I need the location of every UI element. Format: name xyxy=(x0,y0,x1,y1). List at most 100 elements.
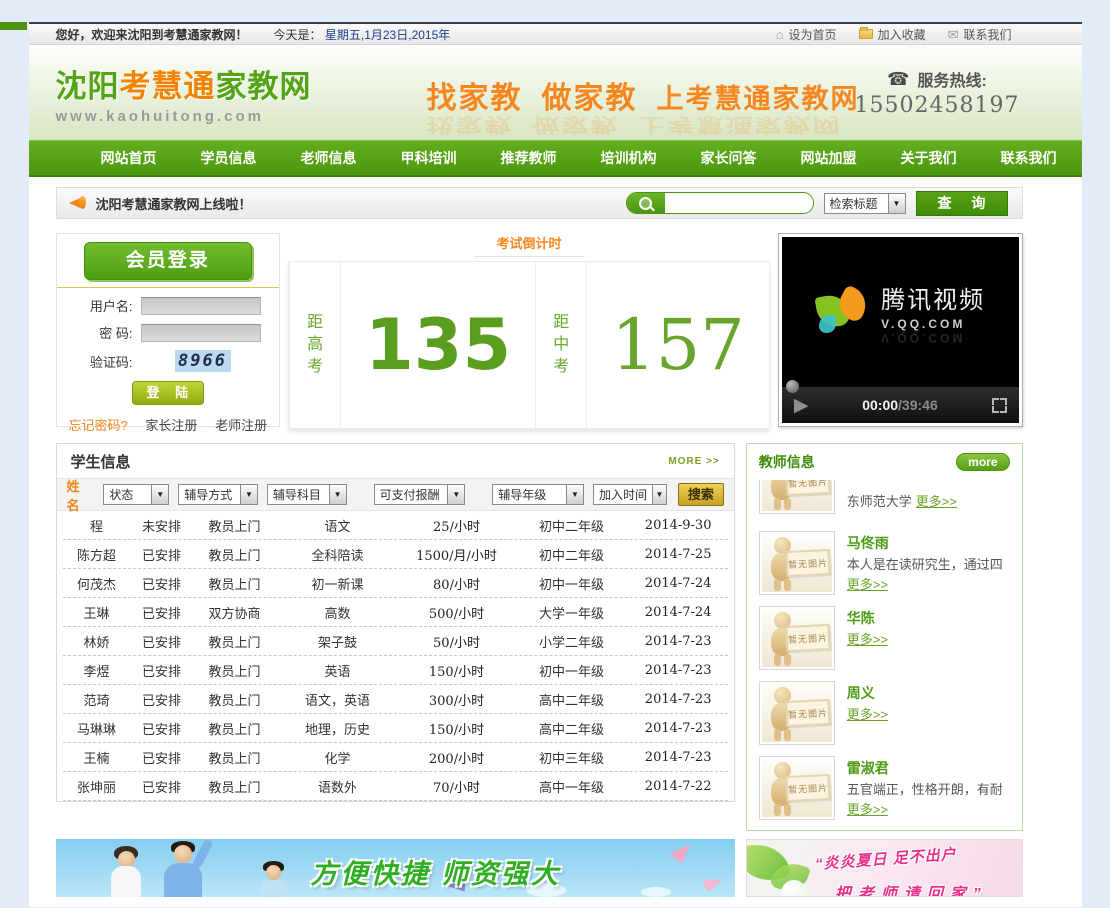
chevron-down-icon: ▼ xyxy=(447,485,465,504)
nav-item-join[interactable]: 网站加盟 xyxy=(779,141,879,175)
fullscreen-icon[interactable] xyxy=(991,397,1007,413)
teacher-photo-placeholder[interactable]: 暂无图片 xyxy=(758,681,835,745)
slogan-reflection: 找家教 做家教 上考慧通家教网 xyxy=(426,114,842,136)
password-row: 密 码: xyxy=(71,323,266,342)
teacher-more-link[interactable]: 更多>> xyxy=(847,707,888,722)
table-row[interactable]: 王琳 已安排 双方协商 高数 500/小时 大学一年级 2014-7-24 xyxy=(62,598,728,627)
site-logo[interactable]: 沈阳考慧通家教网 www.kaohuitong.com xyxy=(56,61,312,125)
progress-knob[interactable] xyxy=(785,380,799,393)
logo-part2: 考慧通 xyxy=(119,68,216,104)
table-row[interactable]: 马琳琳 已安排 教员上门 地理，历史 150/小时 高中二年级 2014-7-23 xyxy=(62,714,728,743)
play-button[interactable]: ▶ xyxy=(794,396,809,415)
students-more-link[interactable]: MORE >> xyxy=(668,456,719,467)
student-search-button[interactable]: 搜索 xyxy=(677,483,724,506)
nav-item-institutions[interactable]: 培训机构 xyxy=(579,141,679,175)
teacher-desc: 五官端正，性格开朗，有耐 xyxy=(846,781,1003,797)
gaokao-label-col: 距高考 xyxy=(289,262,342,428)
header-slogan: 找家教 做家教 上考慧通家教网 xyxy=(427,73,860,117)
student-filter-bar: 姓名 状态 ▼ 辅导方式 ▼ 辅导科目 ▼ 可支付报酬 ▼ 辅导年级 ▼ 加入时… xyxy=(56,478,734,513)
nav-item-qa[interactable]: 家长问答 xyxy=(679,141,779,175)
teacher-register-link[interactable]: 老师注册 xyxy=(215,415,267,434)
name-filter-label: 姓名 xyxy=(66,478,80,513)
captcha-label: 验证码: xyxy=(89,354,133,370)
username-label: 用户名: xyxy=(89,299,133,314)
table-row[interactable]: 张坤丽 已安排 教员上门 语数外 70/小时 高中一年级 2014-7-22 xyxy=(62,772,728,801)
banner-right-line2: 把老师请回家” xyxy=(834,886,988,897)
status-filter-select[interactable]: 状态 ▼ xyxy=(103,484,170,505)
add-favorite-link[interactable]: 加入收藏 xyxy=(858,26,926,43)
search-input[interactable] xyxy=(664,193,813,213)
video-brand: 腾讯视频 V.QQ.COM V.QQ.COM xyxy=(881,280,985,345)
list-item[interactable]: 暂无图片 华陈 更多>> xyxy=(747,606,1022,670)
hotline-row: ☎ 服务热线: xyxy=(855,67,1020,91)
promo-banner-left[interactable]: 方便快捷 师资强大 xyxy=(55,839,735,897)
teacher-panel-title: 教师信息 xyxy=(758,454,815,470)
teacher-photo-placeholder[interactable]: 暂无图片 xyxy=(758,756,835,820)
search-type-select[interactable]: 检索标题 ▼ xyxy=(823,192,906,214)
list-item[interactable]: 暂无图片 周义 更多>> xyxy=(747,681,1022,745)
grade-filter-select[interactable]: 辅导年级 ▼ xyxy=(492,484,584,505)
video-brand-url: V.QQ.COM xyxy=(881,316,966,331)
announcement-bar: 沈阳考慧通家教网上线啦！ 检索标题 ▼ 查 询 xyxy=(55,187,1023,219)
nav-item-about[interactable]: 关于我们 xyxy=(879,141,979,175)
search-icon[interactable] xyxy=(626,193,665,213)
teacher-photo-placeholder[interactable]: 暂无图片 xyxy=(758,480,835,514)
nav-item-home[interactable]: 网站首页 xyxy=(79,141,179,175)
teacher-name[interactable]: 华陈 xyxy=(847,608,888,630)
announcement-text[interactable]: 沈阳考慧通家教网上线啦！ xyxy=(96,194,252,213)
nav-item-contact[interactable]: 联系我们 xyxy=(979,141,1079,175)
welcome-text: 您好，欢迎来沈阳到考慧通家教网！ xyxy=(55,27,248,42)
teacher-photo-placeholder[interactable]: 暂无图片 xyxy=(758,606,835,670)
magnifier-glyph xyxy=(639,196,652,210)
login-submit-button[interactable]: 登 陆 xyxy=(131,381,204,405)
table-row[interactable]: 王楠 已安排 教员上门 化学 200/小时 初中三年级 2014-7-23 xyxy=(62,743,728,772)
table-row[interactable]: 陈方超 已安排 教员上门 全科陪读 1500/月/小时 初中二年级 2014-7-25 xyxy=(62,540,728,569)
teacher-more-link[interactable]: 更多>> xyxy=(847,577,888,592)
list-item[interactable]: 暂无图片 雷淑君 五官端正，性格开朗，有耐 更多>> xyxy=(747,756,1022,820)
parent-register-link[interactable]: 家长注册 xyxy=(145,415,197,434)
logo-part1: 沈阳 xyxy=(55,68,120,104)
nav-item-training[interactable]: 甲科培训 xyxy=(379,141,479,175)
video-player[interactable]: 腾讯视频 V.QQ.COM V.QQ.COM ▶ 00:00/39:46 xyxy=(777,233,1023,427)
teacher-more-link[interactable]: 更多>> xyxy=(847,632,888,647)
mode-filter-select[interactable]: 辅导方式 ▼ xyxy=(178,484,258,505)
list-item[interactable]: 暂无图片 马佟雨 本人是在读研究生，通过四 更多>> xyxy=(747,531,1022,595)
nav-item-teachers[interactable]: 老师信息 xyxy=(279,141,379,175)
zhongkao-days: 157 xyxy=(611,304,745,386)
date-filter-select[interactable]: 加入时间 ▼ xyxy=(592,484,667,505)
slogan-part3: 上考慧通家教网 xyxy=(656,84,860,114)
teacher-more-link[interactable]: 更多>> xyxy=(916,491,957,510)
teacher-more-link[interactable]: 更多>> xyxy=(847,802,888,817)
username-input[interactable] xyxy=(140,296,261,315)
contact-us-link[interactable]: ✉ 联系我们 xyxy=(948,26,1012,43)
set-home-link[interactable]: ⌂ 设为首页 xyxy=(776,26,837,43)
captcha-image[interactable]: 8966 xyxy=(174,350,231,372)
table-row[interactable]: 李煜 已安排 教员上门 英语 150/小时 初中一年级 2014-7-23 xyxy=(62,656,728,685)
pay-filter-select[interactable]: 可支付报酬 ▼ xyxy=(373,484,466,505)
teacher-name[interactable]: 雷淑君 xyxy=(847,758,1010,780)
table-row[interactable]: 范琦 已安排 教员上门 语文，英语 300/小时 高中二年级 2014-7-23 xyxy=(62,685,728,714)
teachers-more-button[interactable]: more xyxy=(956,453,1010,471)
zhongkao-label: 距中考 xyxy=(553,314,570,375)
subject-filter-select[interactable]: 辅导科目 ▼ xyxy=(266,484,347,505)
member-login-button[interactable]: 会员登录 xyxy=(83,242,252,280)
list-item[interactable]: 暂无图片 东师范大学 更多>> xyxy=(747,480,1022,520)
teacher-name[interactable]: 马佟雨 xyxy=(847,533,1010,555)
query-button[interactable]: 查 询 xyxy=(915,190,1008,216)
gaokao-countdown: 距高考 135 xyxy=(289,262,535,428)
table-row[interactable]: 林娇 已安排 教员上门 架子鼓 50/小时 小学二年级 2014-7-23 xyxy=(62,627,728,656)
promo-banner-right[interactable]: “炎炎夏日 足不出户 把老师请回家” xyxy=(745,839,1023,897)
video-screen[interactable]: 腾讯视频 V.QQ.COM V.QQ.COM xyxy=(781,237,1019,387)
chevron-down-icon: ▼ xyxy=(565,485,583,504)
table-row[interactable]: 何茂杰 已安排 教员上门 初一新课 80/小时 初中一年级 2014-7-24 xyxy=(62,569,728,598)
nav-item-recommended[interactable]: 推荐教师 xyxy=(479,141,579,175)
table-row[interactable]: 程未安排 教员上门 语文 25/小时 初中二年级 2014-9-30 xyxy=(62,511,728,540)
forgot-password-link[interactable]: 忘记密码? xyxy=(69,415,128,434)
teacher-name[interactable]: 周义 xyxy=(847,683,888,705)
password-input[interactable] xyxy=(140,323,261,342)
teacher-desc: 东师范大学 xyxy=(846,493,912,509)
zhongkao-label-col: 距中考 xyxy=(535,262,588,428)
teacher-photo-placeholder[interactable]: 暂无图片 xyxy=(758,531,835,595)
time-current: 00:00 xyxy=(862,397,899,413)
nav-item-students[interactable]: 学员信息 xyxy=(179,141,279,175)
